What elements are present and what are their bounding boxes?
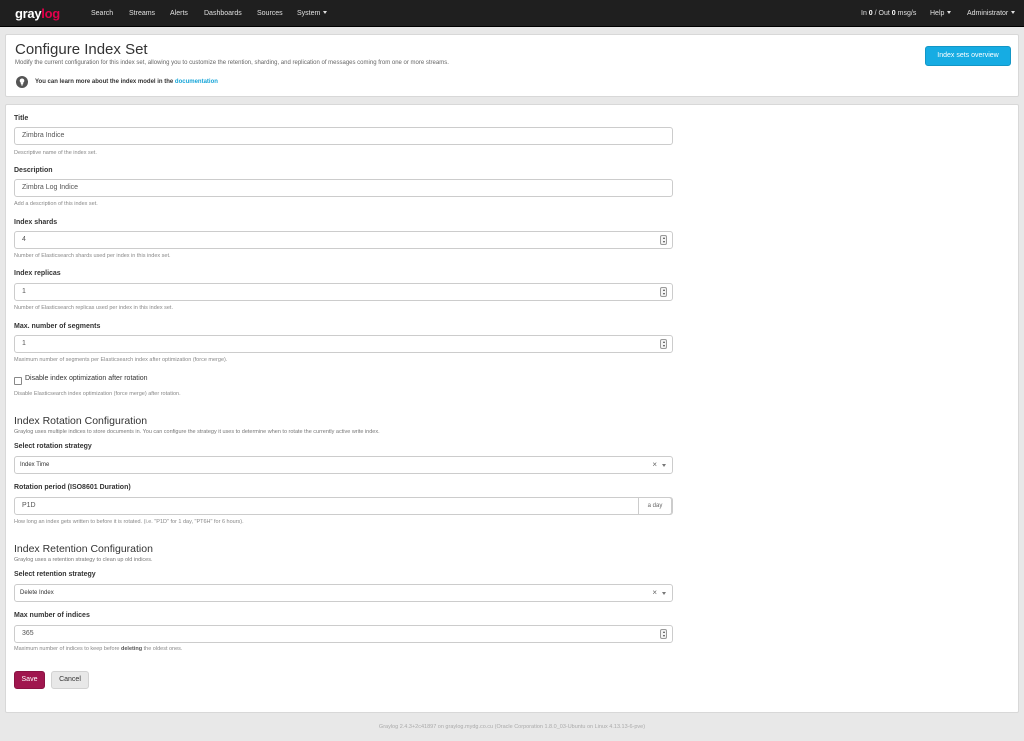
chevron-down-icon xyxy=(1011,11,1016,14)
nav-dashboards[interactable]: Dashboards xyxy=(204,0,242,27)
max-indices-help-prefix: Maximum number of indices to keep before xyxy=(14,646,120,652)
segments-input[interactable]: 1 xyxy=(14,335,673,353)
nav-help-label: Help xyxy=(930,10,945,17)
shards-input[interactable]: 4 xyxy=(14,231,673,249)
top-navbar: graylog Search Streams Alerts Dashboards… xyxy=(0,0,1024,27)
nav-sources[interactable]: Sources xyxy=(257,0,283,27)
retention-strategy-label: Select retention strategy xyxy=(14,571,96,578)
segments-help: Maximum number of segments per Elasticse… xyxy=(14,357,228,363)
learn-more-text: You can learn more about the index model… xyxy=(35,79,218,85)
retention-strategy-select[interactable]: Delete Index × xyxy=(14,584,673,602)
retention-section-desc: Graylog uses a retention strategy to cle… xyxy=(14,557,153,563)
number-stepper-icon[interactable] xyxy=(660,629,667,639)
max-indices-help-bold: deleting xyxy=(121,646,143,652)
save-button[interactable]: Save xyxy=(14,671,45,689)
rotation-period-label: Rotation period (ISO8601 Duration) xyxy=(14,484,131,491)
throughput-in-value: 0 xyxy=(868,10,873,17)
max-indices-help: Maximum number of indices to keep before… xyxy=(14,646,182,652)
max-indices-value: 365 xyxy=(22,630,34,637)
rotation-strategy-select[interactable]: Index Time × xyxy=(14,456,673,474)
max-indices-help-suffix: the oldest ones. xyxy=(143,646,183,652)
chevron-down-icon xyxy=(947,11,952,14)
throughput-out-value: 0 xyxy=(891,10,896,17)
lightbulb-icon xyxy=(16,76,28,88)
rotation-section-title: Index Rotation Configuration xyxy=(14,415,148,427)
replicas-label: Index replicas xyxy=(14,270,61,277)
nav-user-label: Administrator xyxy=(967,10,1009,17)
shards-label: Index shards xyxy=(14,219,58,226)
page-title: Configure Index Set xyxy=(15,41,148,58)
number-stepper-icon[interactable] xyxy=(660,287,667,297)
documentation-link[interactable]: documentation xyxy=(175,79,218,85)
retention-section-title: Index Retention Configuration xyxy=(14,543,153,555)
cancel-button[interactable]: Cancel xyxy=(51,671,89,689)
nav-system[interactable]: System xyxy=(297,0,328,27)
rotation-period-addon: a day xyxy=(638,497,672,515)
chevron-down-icon xyxy=(323,11,328,14)
graylog-logo[interactable]: graylog xyxy=(15,6,60,21)
description-input[interactable]: Zimbra Log Indice xyxy=(14,179,673,197)
page-header: Configure Index Set Modify the current c… xyxy=(5,34,1019,97)
rotation-period-help: How long an index gets written to before… xyxy=(14,519,244,525)
title-label: Title xyxy=(14,115,29,122)
page-description: Modify the current configuration for thi… xyxy=(15,60,449,66)
title-input[interactable]: Zimbra Indice xyxy=(14,127,673,145)
description-help: Add a description of this index set. xyxy=(14,201,98,207)
rotation-section-desc: Graylog uses multiple indices to store d… xyxy=(14,429,380,435)
throughput-unit: msg/s xyxy=(897,10,917,17)
lightbulb-glyph xyxy=(19,78,25,86)
disable-optimization-help: Disable Elasticsearch index optimization… xyxy=(14,391,181,397)
retention-strategy-value: Delete Index xyxy=(20,590,54,596)
number-stepper-icon[interactable] xyxy=(660,339,667,349)
disable-optimization-checkbox[interactable] xyxy=(14,377,22,385)
rotation-strategy-value: Index Time xyxy=(20,462,50,468)
throughput-in-label: In xyxy=(861,10,867,17)
segments-value: 1 xyxy=(22,340,26,347)
logo-text-accent: log xyxy=(41,6,60,21)
footer-version: Graylog 2.4.3+2c41897 on graylog.mydg.co… xyxy=(378,724,646,730)
max-indices-input[interactable]: 365 xyxy=(14,625,673,643)
rotation-period-value: P1D xyxy=(22,502,36,509)
index-set-form: Title Zimbra Indice Descriptive name of … xyxy=(5,104,1019,713)
shards-value: 4 xyxy=(22,236,26,243)
chevron-down-icon[interactable] xyxy=(662,592,666,595)
nav-help[interactable]: Help xyxy=(930,0,952,27)
shards-help: Number of Elasticsearch shards used per … xyxy=(14,253,171,259)
nav-streams[interactable]: Streams xyxy=(129,0,155,27)
throughput-separator: / Out xyxy=(874,10,890,17)
replicas-value: 1 xyxy=(22,288,26,295)
segments-label: Max. number of segments xyxy=(14,323,101,330)
max-indices-label: Max number of indices xyxy=(14,612,90,619)
number-stepper-icon[interactable] xyxy=(660,235,667,245)
throughput-indicator: In 0 / Out 0 msg/s xyxy=(861,0,916,27)
index-sets-overview-button[interactable]: Index sets overview xyxy=(925,46,1011,66)
replicas-help: Number of Elasticsearch replicas used pe… xyxy=(14,305,173,311)
learn-more-prefix: You can learn more about the index model… xyxy=(35,79,174,85)
clear-icon[interactable]: × xyxy=(652,585,657,601)
rotation-period-input[interactable]: P1D a day xyxy=(14,497,673,515)
rotation-strategy-label: Select rotation strategy xyxy=(14,443,92,450)
clear-icon[interactable]: × xyxy=(652,457,657,473)
description-label: Description xyxy=(14,167,53,174)
nav-system-label: System xyxy=(297,10,321,17)
nav-search[interactable]: Search xyxy=(91,0,113,27)
chevron-down-icon[interactable] xyxy=(662,464,666,467)
disable-optimization-label: Disable index optimization after rotatio… xyxy=(25,375,148,382)
nav-user-menu[interactable]: Administrator xyxy=(967,0,1016,27)
replicas-input[interactable]: 1 xyxy=(14,283,673,301)
nav-alerts[interactable]: Alerts xyxy=(170,0,188,27)
logo-text-main: gray xyxy=(15,6,42,21)
title-help: Descriptive name of the index set. xyxy=(14,150,97,156)
